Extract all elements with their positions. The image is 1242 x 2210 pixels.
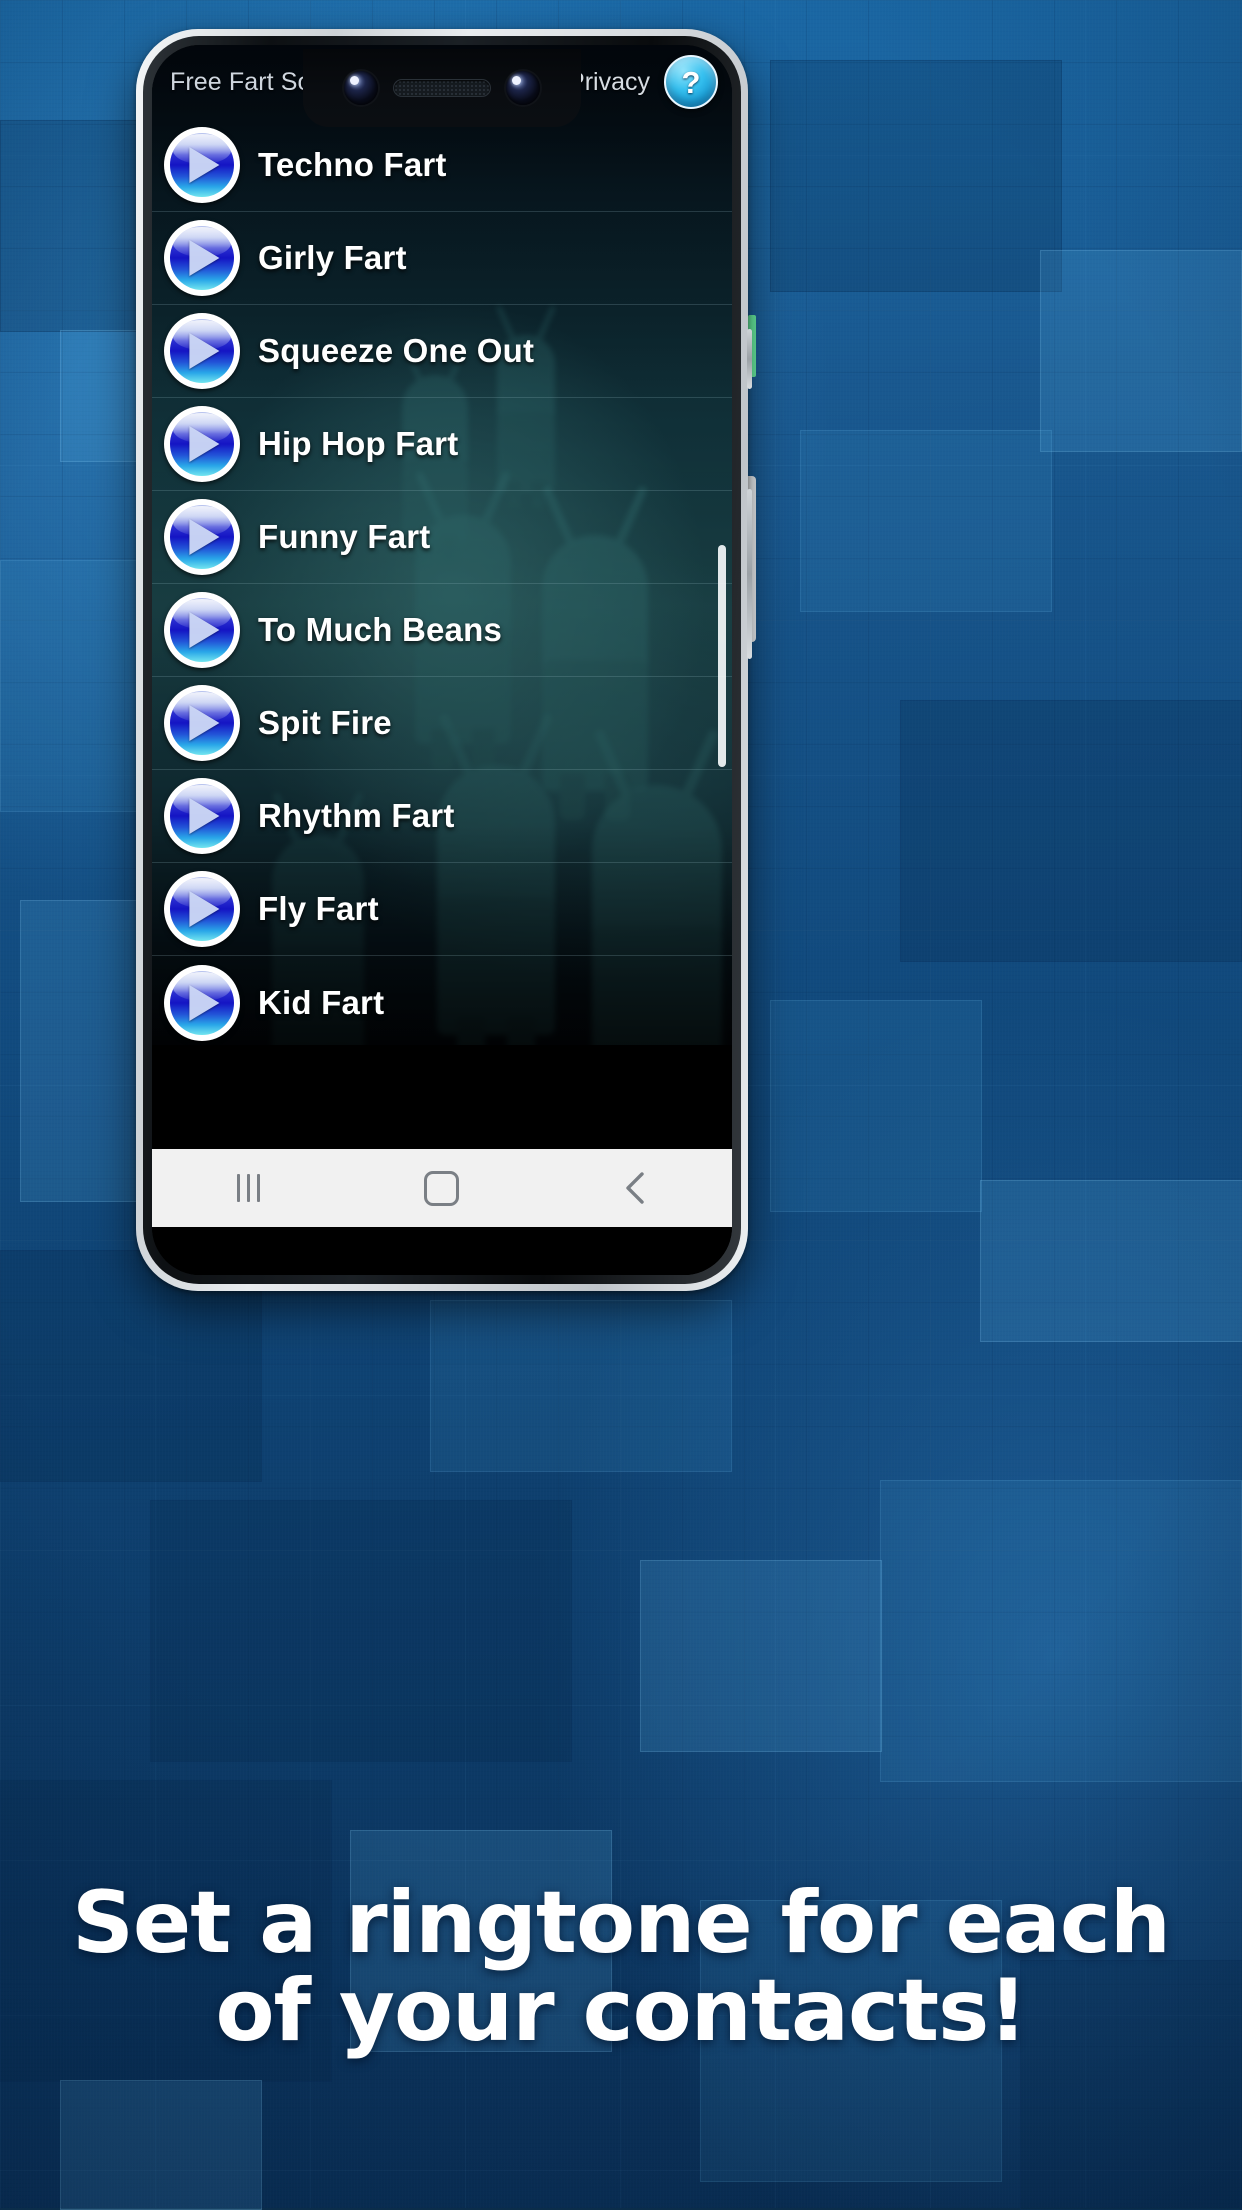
- promo-tagline: Set a ringtone for each of your contacts…: [0, 1879, 1242, 2061]
- list-item[interactable]: Rhythm Fart: [152, 770, 732, 863]
- list-item[interactable]: Techno Fart: [152, 119, 732, 212]
- home-icon: [424, 1170, 460, 1206]
- promo-line-1: Set a ringtone for each: [71, 1873, 1171, 1973]
- android-navigation-bar: [152, 1149, 732, 1227]
- play-icon[interactable]: [164, 871, 240, 947]
- play-icon[interactable]: [164, 964, 240, 1041]
- sound-name: Funny Fart: [258, 518, 431, 555]
- sound-name: Hip Hop Fart: [258, 425, 459, 462]
- nav-recents-button[interactable]: [152, 1149, 345, 1227]
- screen-bottom-black: [152, 1227, 732, 1275]
- sound-name: Spit Fire: [258, 704, 392, 741]
- nav-home-button[interactable]: [345, 1149, 538, 1227]
- play-icon[interactable]: [164, 592, 240, 668]
- volume-button[interactable]: [747, 329, 752, 389]
- play-icon[interactable]: [164, 313, 240, 389]
- play-icon[interactable]: [164, 685, 240, 761]
- front-camera-icon: [344, 71, 378, 105]
- power-button[interactable]: [747, 489, 752, 659]
- phone-mockup: Free Fart Sounds Privacy ? Techno Fart G…: [136, 29, 752, 1291]
- promo-line-2: of your contacts!: [215, 1960, 1027, 2061]
- camera-notch: [303, 49, 581, 127]
- earpiece-speaker: [394, 80, 490, 96]
- app-bottom-gap: [152, 1045, 732, 1129]
- sound-name: To Much Beans: [258, 611, 503, 648]
- play-icon[interactable]: [164, 220, 240, 296]
- sound-list[interactable]: Techno Fart Girly Fart Squeeze One Out H…: [152, 119, 732, 1045]
- play-icon[interactable]: [164, 406, 240, 482]
- phone-bezel: Free Fart Sounds Privacy ? Techno Fart G…: [143, 36, 741, 1284]
- sound-name: Fly Fart: [258, 890, 379, 927]
- list-item[interactable]: Hip Hop Fart: [152, 398, 732, 491]
- front-camera-secondary-icon: [506, 71, 540, 105]
- list-item[interactable]: Girly Fart: [152, 212, 732, 305]
- sound-name: Rhythm Fart: [258, 797, 455, 834]
- nav-back-button[interactable]: [539, 1149, 732, 1227]
- list-item[interactable]: Fly Fart: [152, 863, 732, 956]
- sound-name: Techno Fart: [258, 146, 447, 183]
- list-item[interactable]: Funny Fart: [152, 491, 732, 584]
- sound-name: Girly Fart: [258, 239, 407, 276]
- list-item[interactable]: To Much Beans: [152, 584, 732, 677]
- play-icon[interactable]: [164, 499, 240, 575]
- play-icon[interactable]: [164, 127, 240, 203]
- sound-name: Kid Fart: [258, 983, 385, 1021]
- phone-screen: Free Fart Sounds Privacy ? Techno Fart G…: [152, 45, 732, 1275]
- list-item[interactable]: Kid Fart: [152, 956, 732, 1045]
- list-scrollbar[interactable]: [718, 545, 726, 767]
- help-icon[interactable]: ?: [664, 55, 718, 109]
- recents-icon: [237, 1174, 261, 1202]
- sound-name: Squeeze One Out: [258, 332, 535, 369]
- list-item[interactable]: Spit Fire: [152, 677, 732, 770]
- list-item[interactable]: Squeeze One Out: [152, 305, 732, 398]
- back-icon: [622, 1171, 648, 1205]
- play-icon[interactable]: [164, 778, 240, 854]
